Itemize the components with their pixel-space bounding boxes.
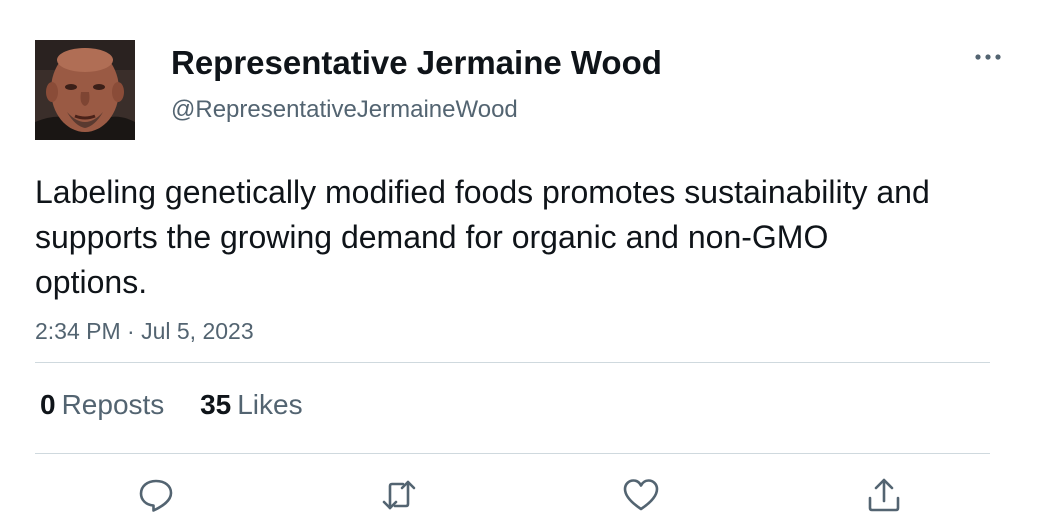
engagement-stats: 0 Reposts 35 Likes [40, 388, 331, 422]
more-options-button[interactable] [968, 42, 1008, 72]
repost-button[interactable] [379, 475, 419, 515]
reply-icon [139, 479, 173, 512]
post-text: Labeling genetically modified foods prom… [35, 174, 930, 300]
likes-count: 35 [200, 389, 232, 420]
likes-stat[interactable]: 35 Likes [200, 388, 303, 422]
share-button[interactable] [864, 475, 904, 515]
divider [35, 453, 990, 454]
avatar-image [35, 40, 135, 140]
user-handle[interactable]: @RepresentativeJermaineWood [171, 95, 518, 125]
reposts-count: 0 [40, 389, 56, 420]
reposts-stat[interactable]: 0 Reposts [40, 388, 164, 422]
post-card: Representative Jermaine Wood @Representa… [0, 0, 1050, 525]
avatar[interactable] [35, 40, 135, 140]
heart-icon [623, 479, 659, 511]
likes-label: Likes [237, 389, 303, 420]
reply-button[interactable] [136, 475, 176, 515]
post-timestamp[interactable]: 2:34 PM · Jul 5, 2023 [35, 316, 254, 346]
like-button[interactable] [621, 475, 661, 515]
display-name[interactable]: Representative Jermaine Wood [171, 43, 662, 83]
share-icon [868, 478, 900, 512]
reposts-label: Reposts [61, 389, 165, 420]
more-horizontal-icon [975, 54, 1001, 60]
divider [35, 362, 990, 363]
repost-icon [382, 480, 416, 510]
